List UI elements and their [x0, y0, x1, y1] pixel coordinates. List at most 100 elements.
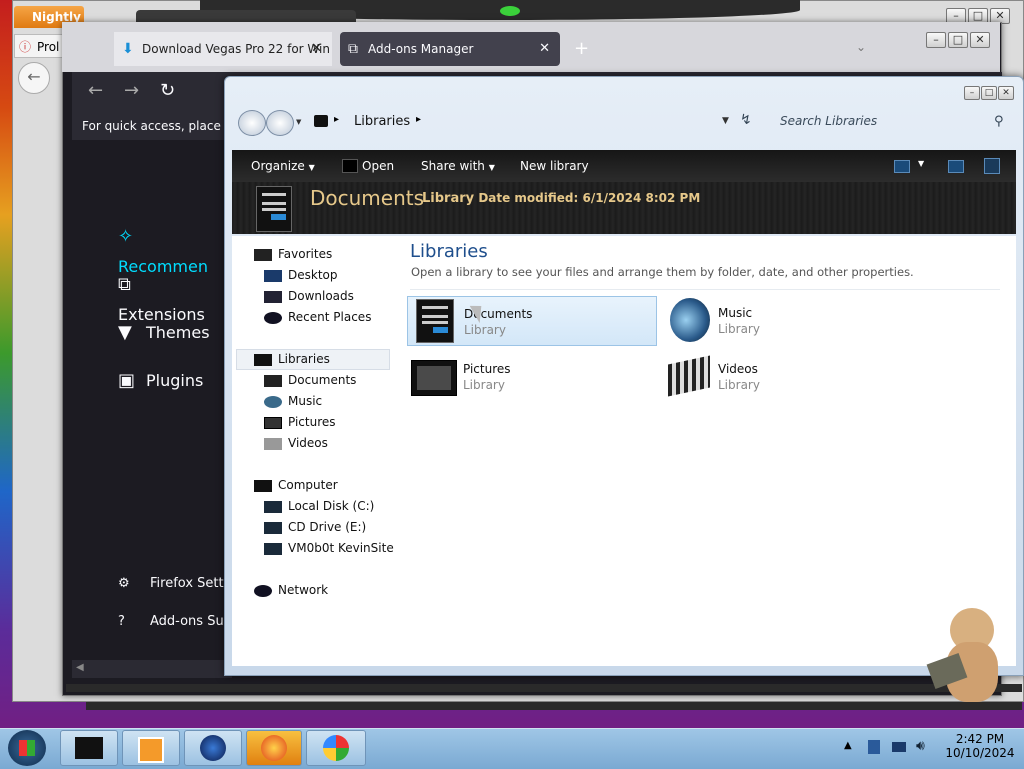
libraries-icon — [254, 353, 272, 366]
help-icon[interactable] — [984, 158, 1000, 174]
ex-maximize-button[interactable]: □ — [981, 86, 997, 100]
forward-arrow-icon[interactable]: → — [124, 80, 139, 101]
explorer-icon — [75, 737, 103, 759]
addons-sidebar: ✧Recommen ⧉Extensions ▼ Themes ▣ Plugins ⚙… — [72, 140, 232, 660]
firefox-settings-link[interactable]: ⚙ Firefox Setti — [118, 576, 227, 591]
sidebar-item-themes[interactable]: ▼ Themes — [118, 318, 210, 348]
nav-label: VM0b0t KevinSite — [288, 541, 394, 555]
back-arrow-icon[interactable]: ← — [88, 80, 103, 101]
nav-network[interactable]: Network — [254, 580, 328, 601]
taskbar-firefox[interactable] — [246, 730, 302, 766]
library-tile-videos[interactable]: Videos Library — [662, 352, 912, 402]
nav-label: Pictures — [288, 415, 336, 429]
refresh-icon[interactable]: ↯ — [740, 112, 752, 128]
nav-desktop[interactable]: Desktop — [264, 265, 338, 286]
search-input[interactable]: Search Libraries — [770, 108, 1014, 134]
ex-close-button[interactable]: ✕ — [998, 86, 1014, 100]
taskbar-media-player[interactable] — [122, 730, 180, 766]
downloads-icon — [264, 290, 282, 303]
desktop-icon — [264, 269, 282, 282]
reload-icon[interactable]: ↻ — [160, 80, 175, 101]
tab-label: Add-ons Manager — [368, 42, 474, 56]
music-icon — [264, 395, 282, 408]
volume-icon[interactable]: 🔊︎ — [916, 738, 925, 754]
new-library-button[interactable]: New library — [520, 150, 589, 182]
clock-time: 2:42 PM — [955, 732, 1005, 746]
tab-list-icon[interactable]: ⌄ — [856, 40, 866, 54]
library-type: Library — [718, 322, 760, 336]
breadcrumb-libraries[interactable]: Libraries — [354, 114, 410, 129]
sidebar-item-recommendations[interactable]: ✧Recommen — [118, 222, 232, 276]
view-options-icon[interactable] — [894, 160, 910, 173]
help-icon: ? — [118, 614, 125, 629]
plugin-icon: ▣ — [118, 370, 136, 391]
media-player-icon — [138, 737, 164, 763]
taskbar-browser-nightly[interactable] — [184, 730, 242, 766]
nav-cd-drive[interactable]: CD Drive (E:) — [264, 517, 366, 538]
address-dropdown-icon[interactable]: ▼ — [722, 116, 729, 126]
sidebar-item-extensions[interactable]: ⧉Extensions — [118, 270, 232, 324]
ex-minimize-button[interactable]: – — [964, 86, 980, 100]
library-name: Music — [718, 306, 753, 320]
page-title: Libraries — [410, 241, 488, 262]
preview-pane-icon[interactable] — [948, 160, 964, 173]
nav-videos[interactable]: Videos — [264, 433, 328, 454]
ex-back-button[interactable] — [238, 110, 266, 136]
nav-computer[interactable]: Computer — [254, 475, 338, 496]
minimize-icon: – — [933, 33, 939, 46]
start-button[interactable] — [8, 730, 46, 766]
nav-label: Computer — [278, 478, 338, 492]
tab-label: Download Vegas Pro 22 for Win — [142, 42, 330, 56]
taskbar-windows[interactable] — [306, 730, 366, 766]
tray-app-icon[interactable] — [868, 740, 880, 754]
windows-orb-icon — [323, 735, 349, 761]
tab-close-icon[interactable]: ✕ — [539, 32, 550, 66]
details-meta: Library Date modified: 6/1/2024 8:02 PM — [422, 190, 700, 207]
nav-label: Libraries — [278, 352, 330, 366]
breadcrumb-separator-icon[interactable]: ▸ — [416, 114, 421, 125]
tab-addons-manager[interactable]: ⧉ Add-ons Manager ✕ — [340, 32, 560, 66]
ff-minimize-button[interactable]: – — [926, 32, 946, 48]
nav-local-disk[interactable]: Local Disk (C:) — [264, 496, 374, 517]
film-strip-icon — [668, 355, 710, 397]
nav-music[interactable]: Music — [264, 391, 322, 412]
tab-close-icon[interactable]: ✕ — [311, 32, 322, 66]
open-button[interactable]: Open — [362, 150, 394, 182]
ex-forward-button[interactable] — [266, 110, 294, 136]
nav-libraries[interactable]: Libraries — [254, 349, 330, 370]
network-status-icon[interactable] — [892, 742, 906, 752]
nav-recent-places[interactable]: Recent Places — [264, 307, 371, 328]
taskbar-explorer[interactable] — [60, 730, 118, 766]
chevron-down-icon[interactable]: ▼ — [918, 159, 924, 168]
tab-download-vegas[interactable]: ⬇ Download Vegas Pro 22 for Win ✕ — [114, 32, 332, 66]
warning-icon: ⓘ — [19, 40, 32, 54]
sidebar-item-plugins[interactable]: ▣ Plugins — [118, 366, 203, 396]
sidebar-item-label: Plugins — [146, 371, 204, 390]
scroll-left-icon[interactable]: ◀ — [76, 662, 84, 673]
nav-documents[interactable]: Documents — [264, 370, 356, 391]
back-button[interactable]: ← — [18, 62, 50, 94]
nav-label: CD Drive (E:) — [288, 520, 367, 534]
new-tab-icon[interactable]: + — [574, 38, 589, 59]
share-with-button[interactable]: Share with ▼ — [421, 150, 495, 184]
nav-pictures[interactable]: Pictures — [264, 412, 336, 433]
share-with-label: Share with — [421, 159, 485, 173]
chevron-down-icon: ▼ — [488, 163, 495, 172]
ff-maximize-button[interactable]: □ — [948, 32, 968, 48]
documents-icon — [256, 186, 292, 232]
library-tile-pictures[interactable]: Pictures Library — [407, 352, 657, 402]
library-tile-documents[interactable]: Documents Library — [407, 296, 657, 346]
nav-network-drive[interactable]: VM0b0t KevinSite — [264, 538, 394, 559]
network-drive-icon — [264, 542, 282, 555]
nav-downloads[interactable]: Downloads — [264, 286, 354, 307]
clock[interactable]: 2:42 PM 10/10/2024 — [940, 732, 1020, 760]
search-icon[interactable]: ⚲ — [994, 114, 1004, 129]
library-tile-music[interactable]: Music Library — [662, 296, 912, 346]
addons-support-link[interactable]: ? Add-ons Sup — [118, 614, 232, 629]
recent-pages-icon[interactable]: ▼ — [296, 118, 301, 126]
horizontal-scrollbar[interactable]: ◀ — [72, 660, 232, 678]
organize-button[interactable]: Organize ▼ — [251, 150, 315, 184]
tray-expand-icon[interactable]: ▲ — [844, 740, 852, 751]
nav-favorites[interactable]: Favorites — [254, 244, 332, 265]
ff-close-button[interactable]: ✕ — [970, 32, 990, 48]
